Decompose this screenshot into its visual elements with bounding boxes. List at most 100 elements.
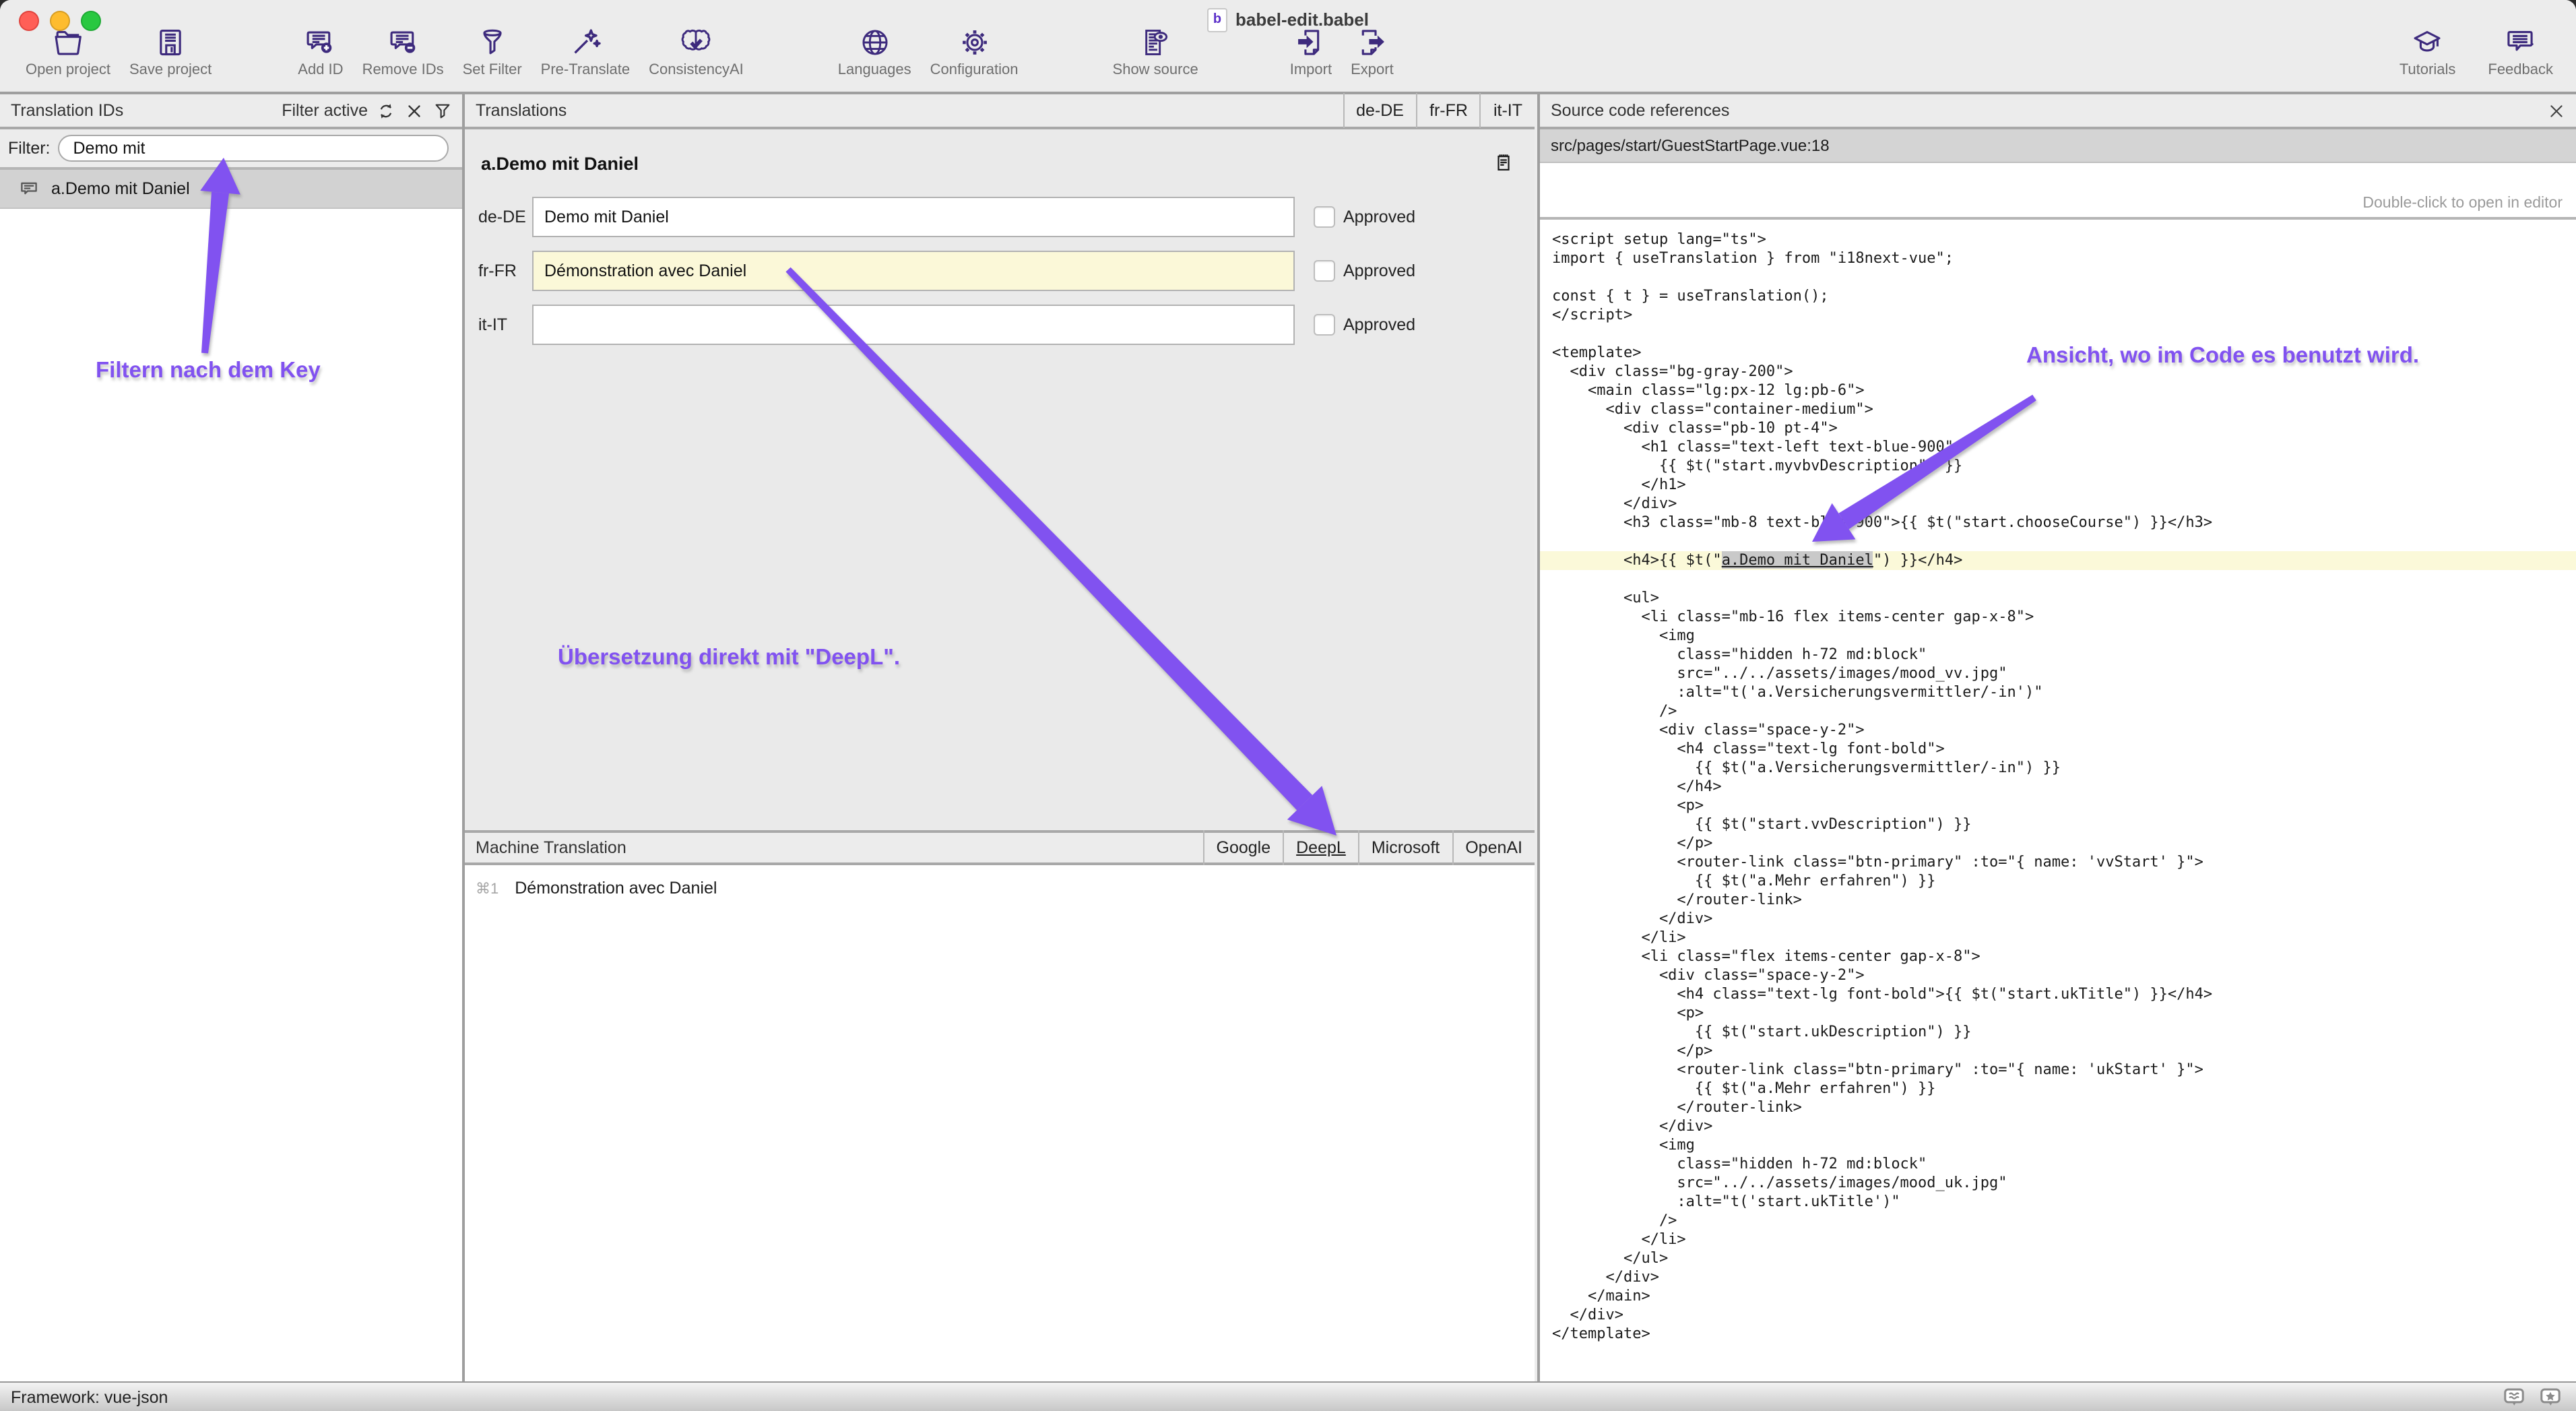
rate-star-bubble-icon[interactable] [2538,1385,2563,1409]
code-block: <script setup lang="ts">import { useTran… [1540,220,2576,1344]
toolbar-remove-ids-button[interactable]: Remove IDs [353,26,453,78]
language-tab-de-de[interactable]: de-DE [1343,93,1416,128]
toolbar-label: Open project [26,62,110,78]
globe-icon [858,26,891,59]
toolbar-label: Show source [1113,62,1198,78]
code-line: {{ $t("a.Versicherungsvermittler/-in") }… [1540,759,2576,778]
approved-label: Approved [1343,208,1415,226]
translation-id-item[interactable]: a.Demo mit Daniel [0,170,462,209]
translations-panel: Translations de-DEfr-FRit-IT a.Demo mit … [465,94,1535,1381]
code-line: <router-link class="btn-primary" :to="{ … [1540,1061,2576,1079]
titlebar-toolbar: b babel-edit.babel Open projectSave proj… [0,0,2576,94]
toolbar-label: Languages [838,62,911,78]
code-line: {{ $t("a.Mehr erfahren") }} [1540,1079,2576,1098]
toolbar-export-button[interactable]: Export [1341,26,1403,78]
toolbar-set-filter-button[interactable]: Set Filter [453,26,532,78]
code-line: class="hidden h-72 md:block" [1540,1155,2576,1174]
toolbar-add-id-button[interactable]: Add ID [288,26,352,78]
toolbar-label: Configuration [930,62,1019,78]
code-line: {{ $t("a.Mehr erfahren") }} [1540,872,2576,891]
machine-translation-header: Machine Translation GoogleDeepLMicrosoft… [465,830,1535,865]
translation-input-fr-fr[interactable] [532,251,1295,291]
code-line: /> [1540,1212,2576,1230]
toolbar-feedback-button[interactable]: Feedback [2478,26,2563,78]
mt-shortcut-label: ⌘1 [476,879,498,897]
code-line: :alt="t('start.ukTitle')" [1540,1193,2576,1212]
code-line: <li class="mb-16 flex items-center gap-x… [1540,608,2576,627]
toolbar-save-project-button[interactable]: Save project [120,26,221,78]
id-filter-input[interactable] [59,135,449,162]
mt-provider-tab-google[interactable]: Google [1203,830,1283,865]
toolbar-open-project-button[interactable]: Open project [16,26,120,78]
toolbar-show-source-button[interactable]: Show source [1103,26,1208,78]
language-tab-it-it[interactable]: it-IT [1480,93,1535,128]
feedback-icon [2504,26,2538,59]
entry-header: a.Demo mit Daniel [465,129,1535,175]
entry-id: a.Demo mit Daniel [481,153,639,173]
toolbar-consistencyai-button[interactable]: ConsistencyAI [639,26,753,78]
filter-row: Filter: [0,129,462,170]
code-line: </template> [1540,1325,2576,1344]
toolbar-label: Add ID [298,62,343,78]
changelog-bubble-icon[interactable] [2502,1385,2526,1409]
translation-input-de-de[interactable] [532,197,1295,237]
mt-provider-tab-deepl[interactable]: DeepL [1283,830,1358,865]
remove-ids-icon [386,26,420,59]
code-line: src="../../assets/images/mood_vv.jpg" [1540,664,2576,683]
code-line: src="../../assets/images/mood_uk.jpg" [1540,1174,2576,1193]
approved-checkbox-it-it[interactable] [1314,314,1335,336]
language-label: it-IT [465,315,532,334]
clear-filter-icon[interactable] [404,100,424,121]
approved-control: Approved [1314,314,1415,336]
toolbar-languages-button[interactable]: Languages [829,26,921,78]
approved-checkbox-de-de[interactable] [1314,206,1335,228]
code-line: {{ $t("start.myvbvDescription") }} [1540,457,2576,476]
code-line: </script> [1540,306,2576,325]
code-line: class="hidden h-72 md:block" [1540,646,2576,664]
code-line: <h3 class="mb-8 text-blue-900">{{ $t("st… [1540,513,2576,532]
toolbar-tutorials-button[interactable]: Tutorials [2390,26,2466,78]
source-panel-title: Source code references [1540,101,2548,120]
translations-header: Translations de-DEfr-FRit-IT [465,94,1535,129]
code-line: </div> [1540,1268,2576,1287]
source-reference-row[interactable]: src/pages/start/GuestStartPage.vue:18 [1540,129,2576,163]
editor-hint-row: Double-click to open in editor [1540,163,2576,220]
toolbar-import-button[interactable]: Import [1281,26,1341,78]
language-label: de-DE [465,208,532,226]
code-line: </router-link> [1540,891,2576,910]
show-source-icon [1138,26,1172,59]
mt-result-row[interactable]: ⌘1Démonstration avec Daniel [465,865,1535,898]
tutorials-icon [2411,26,2445,59]
code-line: </div> [1540,495,2576,513]
code-line: /> [1540,702,2576,721]
code-line: </h4> [1540,778,2576,796]
translation-input-it-it[interactable] [532,305,1295,345]
toolbar-group: Add ID Remove IDs Set Filter Pre-TranslateC… [288,26,752,78]
code-line: const { t } = useTranslation(); [1540,287,2576,306]
status-bar: Framework: vue-json [0,1381,2576,1411]
toolbar-label: Feedback [2488,62,2553,78]
notes-icon[interactable] [1491,151,1516,175]
language-tabs: de-DEfr-FRit-IT [1343,93,1535,128]
approved-checkbox-fr-fr[interactable] [1314,260,1335,282]
code-line: </ul> [1540,1249,2576,1268]
toolbar-label: Remove IDs [362,62,444,78]
close-panel-icon[interactable] [2548,102,2576,119]
filter-funnel-icon[interactable] [432,100,453,121]
code-line: <div class="container-medium"> [1540,400,2576,419]
code-line: <p> [1540,1004,2576,1023]
toolbar-pre-translate-button[interactable]: Pre-Translate [532,26,639,78]
toolbar-label: Set Filter [463,62,522,78]
toolbar-configuration-button[interactable]: Configuration [921,26,1028,78]
code-line [1540,325,2576,344]
language-label: fr-FR [465,261,532,280]
code-line: <img [1540,1136,2576,1155]
save-project-icon [154,26,187,59]
refresh-icon[interactable] [376,100,396,121]
mt-provider-tab-openai[interactable]: OpenAI [1452,830,1535,865]
mt-provider-tab-microsoft[interactable]: Microsoft [1358,830,1452,865]
code-line: </router-link> [1540,1098,2576,1117]
language-tab-fr-fr[interactable]: fr-FR [1416,93,1480,128]
main-area: Translation IDs Filter active Filter: a.… [0,94,2576,1381]
ids-list: a.Demo mit Daniel [0,170,462,209]
